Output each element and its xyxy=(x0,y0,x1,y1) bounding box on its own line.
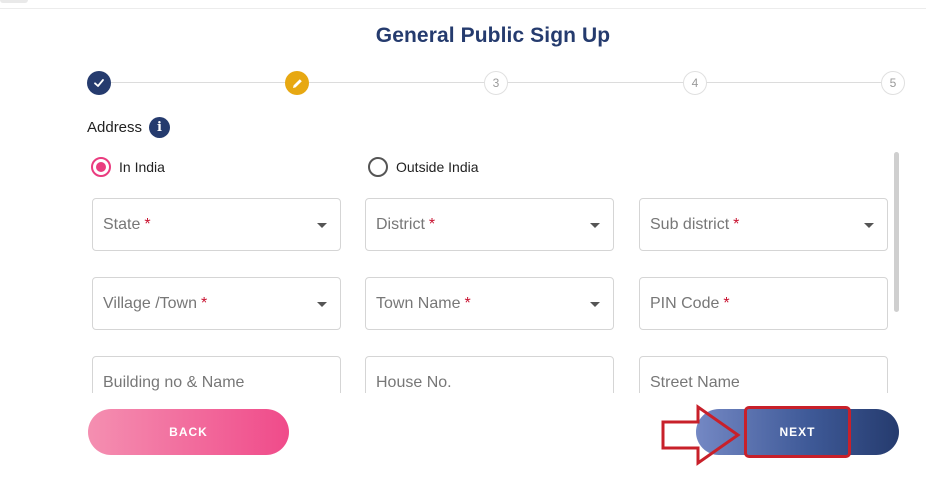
sub-district-select[interactable]: Sub district * xyxy=(639,198,888,251)
radio-unchecked-icon xyxy=(368,157,388,177)
step-3[interactable]: 3 xyxy=(484,71,508,95)
radio-in-india[interactable]: In India xyxy=(91,157,165,177)
required-mark: * xyxy=(723,294,730,312)
dropdown-arrow-icon xyxy=(590,223,600,228)
sub-district-label: Sub district xyxy=(650,215,730,233)
dropdown-arrow-icon xyxy=(864,223,874,228)
radio-outside-india-label: Outside India xyxy=(396,159,479,175)
address-label: Address xyxy=(87,119,143,136)
required-mark: * xyxy=(733,215,740,233)
pin-code-label: PIN Code xyxy=(650,294,720,312)
building-label: Building no & Name xyxy=(103,373,245,391)
required-mark: * xyxy=(428,215,436,233)
village-town-select[interactable]: Village /Town * xyxy=(92,277,341,330)
top-bar-tab xyxy=(0,0,28,3)
page-title: General Public Sign Up xyxy=(375,24,611,47)
info-icon[interactable]: i xyxy=(149,117,171,138)
pin-code-input[interactable]: PIN Code * xyxy=(639,277,888,330)
street-name-label: Street Name xyxy=(650,373,740,391)
district-select[interactable]: District * xyxy=(365,198,614,251)
required-mark: * xyxy=(144,215,151,233)
required-mark: * xyxy=(464,294,471,312)
dropdown-arrow-icon xyxy=(317,302,327,307)
address-section-label: Address i xyxy=(87,117,171,138)
dropdown-arrow-icon xyxy=(317,223,327,228)
checkmark-icon xyxy=(94,79,104,87)
annotation-highlight-box xyxy=(744,406,851,458)
town-name-select[interactable]: Town Name * xyxy=(365,277,614,330)
step-5[interactable]: 5 xyxy=(881,71,905,95)
address-form: State * District * Sub district * Village /… xyxy=(0,190,926,393)
pencil-icon xyxy=(292,78,302,88)
step-1[interactable] xyxy=(87,71,111,95)
house-no-input[interactable]: House No. xyxy=(365,356,614,393)
house-no-label: House No. xyxy=(376,373,452,391)
step-2[interactable] xyxy=(285,71,309,95)
state-label: State xyxy=(103,215,141,233)
top-bar xyxy=(0,0,926,9)
village-town-label: Village /Town xyxy=(103,294,197,312)
town-name-label: Town Name xyxy=(376,294,461,312)
state-select[interactable]: State * xyxy=(92,198,341,251)
form-scrollbar[interactable] xyxy=(894,152,899,312)
radio-in-india-label: In India xyxy=(119,159,165,175)
radio-checked-icon xyxy=(91,157,111,177)
district-label: District xyxy=(376,215,425,233)
radio-outside-india[interactable]: Outside India xyxy=(368,157,479,177)
street-name-input[interactable]: Street Name xyxy=(639,356,888,393)
building-input[interactable]: Building no & Name xyxy=(92,356,341,393)
required-mark: * xyxy=(200,294,208,312)
dropdown-arrow-icon xyxy=(590,302,600,307)
step-4[interactable]: 4 xyxy=(683,71,707,95)
annotation-arrow-icon xyxy=(661,404,741,466)
back-button[interactable]: BACK xyxy=(88,409,289,455)
